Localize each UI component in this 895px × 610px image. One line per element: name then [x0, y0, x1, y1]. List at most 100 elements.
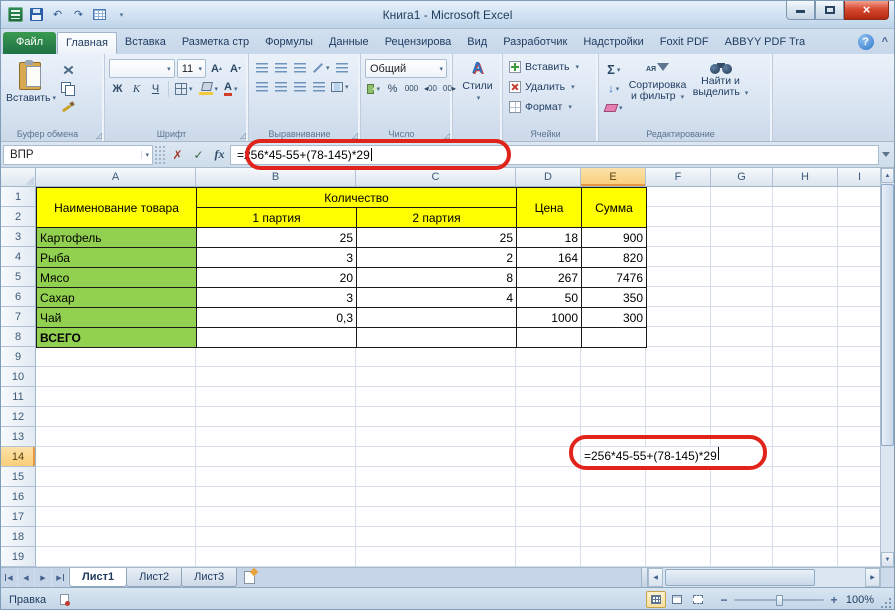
tab-next-button[interactable]: ▶	[35, 568, 52, 587]
font-color-button[interactable]: А▾	[222, 80, 239, 97]
zoom-out-button[interactable]: −	[716, 592, 732, 608]
file-tab[interactable]: Файл	[3, 32, 56, 54]
help-button[interactable]: ?	[858, 34, 874, 50]
horizontal-scroll-thumb[interactable]	[665, 569, 815, 586]
ribbon-tab-Формулы[interactable]: Формулы	[257, 32, 321, 54]
cell-C8[interactable]	[356, 327, 517, 348]
merge-center-button[interactable]: ▾	[329, 78, 351, 95]
align-left-button[interactable]	[253, 78, 270, 95]
macro-record-button[interactable]	[56, 591, 73, 608]
increase-indent-button[interactable]	[310, 78, 327, 95]
cell-D7[interactable]: 1000	[516, 307, 582, 328]
comma-style-button[interactable]: 000	[403, 80, 420, 97]
formula-bar-expand-button[interactable]	[879, 145, 892, 165]
column-header-A[interactable]: A	[36, 168, 196, 187]
quick-print-button[interactable]	[90, 5, 109, 24]
paste-button[interactable]: Вставить▾	[4, 57, 58, 127]
cell-B5[interactable]: 20	[196, 267, 357, 288]
save-button[interactable]	[27, 5, 46, 24]
cell-D5[interactable]: 267	[516, 267, 582, 288]
cell-styles-button[interactable]: A Стили ▾	[456, 57, 499, 102]
cell-B7[interactable]: 0,3	[196, 307, 357, 328]
format-cells-button[interactable]: Формат▾	[506, 97, 595, 117]
align-center-button[interactable]	[272, 78, 289, 95]
ribbon-tab-Рецензирова[interactable]: Рецензирова	[377, 32, 460, 54]
row-header-2[interactable]: 2	[1, 207, 36, 227]
delete-cells-button[interactable]: Удалить▾	[506, 77, 595, 97]
zoom-level[interactable]: 100%	[842, 594, 880, 606]
cell-C6[interactable]: 4	[356, 287, 517, 308]
row-header-18[interactable]: 18	[1, 527, 36, 547]
select-all-corner[interactable]	[1, 168, 36, 187]
enter-button[interactable]: ✓	[188, 145, 209, 165]
cell-A7[interactable]: Чай	[36, 307, 197, 328]
cell-E5[interactable]: 7476	[581, 267, 647, 288]
align-right-button[interactable]	[291, 78, 308, 95]
sheet-tab-Лист1[interactable]: Лист1	[69, 568, 127, 587]
cell-C4[interactable]: 2	[356, 247, 517, 268]
ribbon-tab-Разметка стр[interactable]: Разметка стр	[174, 32, 257, 54]
row-header-16[interactable]: 16	[1, 487, 36, 507]
ribbon-tab-Главная[interactable]: Главная	[57, 32, 117, 54]
row-header-9[interactable]: 9	[1, 347, 36, 367]
scroll-down-button[interactable]: ▼	[881, 552, 894, 567]
app-menu-button[interactable]	[6, 5, 25, 24]
row-header-13[interactable]: 13	[1, 427, 36, 447]
cell-C2[interactable]: 2 партия	[356, 207, 517, 228]
scroll-up-button[interactable]: ▲	[881, 168, 894, 183]
clear-button[interactable]: ▾	[603, 99, 625, 116]
fill-color-button[interactable]: ▾	[197, 80, 221, 97]
orientation-button[interactable]: ▾	[310, 59, 332, 76]
decrease-font-button[interactable]: А▾	[227, 60, 244, 77]
sort-filter-button[interactable]: АЯ Сортировка и фильтр ▾	[626, 57, 690, 127]
row-header-1[interactable]: 1	[1, 187, 36, 207]
increase-decimal-button[interactable]: ◂00	[422, 80, 439, 97]
row-header-15[interactable]: 15	[1, 467, 36, 487]
tab-split-handle[interactable]	[641, 568, 648, 587]
insert-function-button[interactable]: fx	[209, 145, 230, 165]
row-header-3[interactable]: 3	[1, 227, 36, 247]
underline-button[interactable]: Ч	[147, 80, 164, 97]
align-middle-button[interactable]	[272, 59, 289, 76]
format-painter-button[interactable]	[59, 99, 76, 116]
name-box-dropdown-icon[interactable]: ▾	[141, 151, 152, 159]
italic-button[interactable]: К	[128, 80, 145, 97]
cell-D4[interactable]: 164	[516, 247, 582, 268]
row-header-12[interactable]: 12	[1, 407, 36, 427]
font-name-combo[interactable]: ▾	[109, 59, 175, 78]
vertical-scroll-thumb[interactable]	[881, 184, 894, 446]
column-header-H[interactable]: H	[773, 168, 838, 187]
ribbon-tab-Надстройки[interactable]: Надстройки	[575, 32, 651, 54]
bold-button[interactable]: Ж	[109, 80, 126, 97]
column-header-G[interactable]: G	[711, 168, 773, 187]
number-dialog-launcher[interactable]: ◿	[444, 131, 450, 140]
sheet-tab-Лист3[interactable]: Лист3	[181, 568, 237, 587]
column-header-E[interactable]: E	[581, 168, 646, 187]
cell-E7[interactable]: 300	[581, 307, 647, 328]
scroll-right-button[interactable]: ▶	[865, 568, 880, 587]
cancel-button[interactable]: ✗	[167, 145, 188, 165]
ribbon-tab-Данные[interactable]: Данные	[321, 32, 377, 54]
normal-view-button[interactable]	[646, 591, 666, 608]
cell-D6[interactable]: 50	[516, 287, 582, 308]
row-header-11[interactable]: 11	[1, 387, 36, 407]
number-format-combo[interactable]: Общий▾	[365, 59, 447, 78]
wrap-text-button[interactable]	[334, 59, 351, 76]
scroll-left-button[interactable]: ◀	[648, 568, 663, 587]
row-header-14[interactable]: 14	[1, 447, 36, 467]
find-select-button[interactable]: Найти и выделить ▾	[690, 57, 752, 127]
close-button[interactable]: ×	[844, 1, 889, 20]
cell-B2[interactable]: 1 партия	[196, 207, 357, 228]
active-cell-editor[interactable]: =256*45-55+(78-145)*29	[581, 447, 721, 467]
formula-input[interactable]: =256*45-55+(78-145)*29	[230, 145, 879, 165]
increase-font-button[interactable]: А▴	[208, 60, 225, 77]
cell-E1[interactable]: Сумма	[581, 187, 647, 228]
minimize-ribbon-button[interactable]: ^	[882, 36, 888, 48]
redo-button[interactable]: ↷	[69, 5, 88, 24]
cell-C3[interactable]: 25	[356, 227, 517, 248]
font-size-combo[interactable]: 11▾	[177, 59, 206, 78]
row-header-19[interactable]: 19	[1, 547, 36, 567]
row-header-10[interactable]: 10	[1, 367, 36, 387]
ribbon-tab-Foxit PDF[interactable]: Foxit PDF	[652, 32, 717, 54]
accounting-format-button[interactable]: ▾	[365, 80, 382, 97]
